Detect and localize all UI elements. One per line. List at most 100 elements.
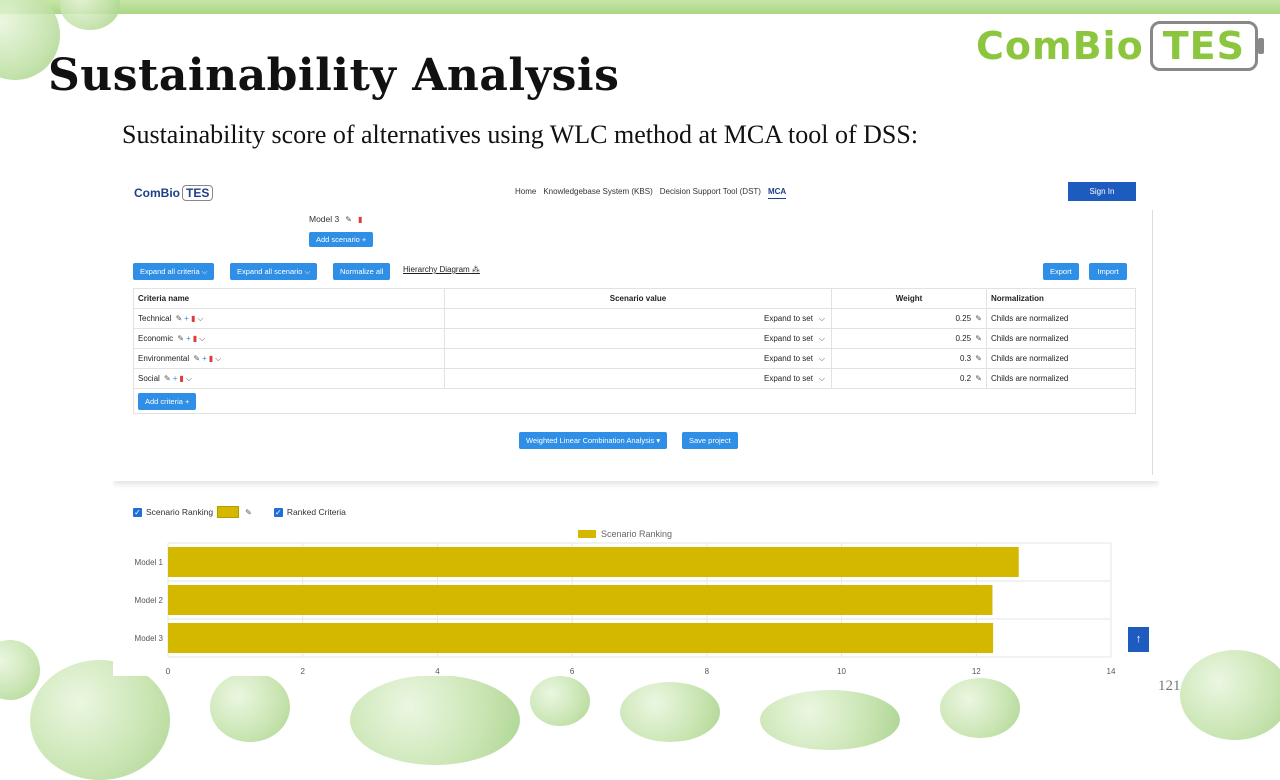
weight-value: 0.25 xyxy=(955,314,972,323)
y-tick-label: Model 2 xyxy=(135,596,164,605)
hierarchy-diagram-link[interactable]: Hierarchy Diagram ⁂ xyxy=(403,265,480,274)
edit-icon[interactable]: ✎ xyxy=(975,354,982,363)
delete-icon[interactable]: ▮ xyxy=(358,215,362,224)
save-project-button[interactable]: Save project xyxy=(682,432,738,449)
edit-icon[interactable]: ✎ xyxy=(177,334,184,343)
normalization-cell: Childs are normalized xyxy=(986,308,1136,329)
delete-icon[interactable]: ▮ xyxy=(193,334,197,343)
table-row: Environmental ✎ + ▮ ⌵ Expand to set ⌵ 0.3 ✎ … xyxy=(133,348,1136,369)
edit-icon[interactable]: ✎ xyxy=(975,314,982,323)
expand-to-set: Expand to set xyxy=(764,353,813,363)
scenario-label: Model 3 xyxy=(309,214,340,224)
export-button[interactable]: Export xyxy=(1043,263,1079,280)
normalize-all-button[interactable]: Normalize all xyxy=(333,263,391,280)
add-scenario-button[interactable]: Add scenario + xyxy=(309,232,374,247)
scenario-model-3: Model 3 ✎ ▮ xyxy=(309,214,362,224)
ranked-criteria-checkbox[interactable]: ✓ xyxy=(273,507,283,517)
chevron-down-icon[interactable]: ⌵ xyxy=(197,314,203,324)
bar xyxy=(168,623,994,653)
decor-bubble xyxy=(620,682,720,742)
nav-dst[interactable]: Decision Support Tool (DST) xyxy=(660,187,761,199)
criteria-cell: Technical ✎ + ▮ ⌵ xyxy=(133,308,445,329)
bar xyxy=(168,547,1019,577)
scroll-to-top-button[interactable]: ↑ xyxy=(1128,627,1149,652)
col-scenario-value: Scenario value xyxy=(444,288,832,309)
chart-options: ✓ Scenario Ranking ✎ ✓ Ranked Criteria xyxy=(133,506,346,518)
scenario-cell[interactable]: Expand to set ⌵ xyxy=(444,368,832,389)
scenario-cell[interactable]: Expand to set ⌵ xyxy=(444,308,832,329)
app-logo[interactable]: ComBio TES xyxy=(134,185,214,201)
nav-kbs[interactable]: Knowledgebase System (KBS) xyxy=(543,187,652,199)
scenario-ranking-checkbox[interactable]: ✓ xyxy=(133,507,142,517)
delete-icon[interactable]: ▮ xyxy=(179,374,183,383)
x-tick-label: 12 xyxy=(972,667,981,676)
col-normalization: Normalization xyxy=(986,288,1136,309)
decor-bubble xyxy=(1180,650,1280,740)
edit-icon[interactable]: ✎ xyxy=(164,374,171,383)
nav-home[interactable]: Home xyxy=(515,187,536,199)
slide-title: Sustainability Analysis xyxy=(48,50,620,101)
add-criteria-cell: Add criteria + xyxy=(133,388,1136,414)
color-swatch[interactable] xyxy=(217,506,240,518)
criteria-table: Criteria name Scenario value Weight Norm… xyxy=(133,288,1136,414)
add-criteria-row: Add criteria + xyxy=(133,388,1136,414)
edit-icon[interactable]: ✎ xyxy=(345,215,352,224)
expand-all-scenario-button[interactable]: Expand all scenario ⌵ xyxy=(230,263,318,280)
scenario-cell[interactable]: Expand to set ⌵ xyxy=(444,328,832,349)
slide-subtitle: Sustainability score of alternatives usi… xyxy=(122,120,919,149)
weight-value: 0.25 xyxy=(955,334,972,343)
import-button[interactable]: Import xyxy=(1089,263,1127,280)
x-tick-label: 14 xyxy=(1107,667,1116,676)
delete-icon[interactable]: ▮ xyxy=(209,354,213,363)
page-number: 121 xyxy=(1158,678,1181,694)
add-icon[interactable]: + xyxy=(186,334,191,343)
decor-bubble xyxy=(210,672,290,742)
chevron-down-icon: ⌵ xyxy=(818,353,825,363)
criteria-cell: Economic ✎ + ▮ ⌵ xyxy=(133,328,445,349)
edit-icon[interactable]: ✎ xyxy=(975,374,982,383)
add-icon[interactable]: + xyxy=(184,314,189,323)
chevron-down-icon: ⌵ xyxy=(818,333,825,343)
weight-cell: 0.3 ✎ xyxy=(831,348,987,369)
decor-bubble xyxy=(530,676,590,726)
app-screenshot: ComBio TES Home Knowledgebase System (KBS… xyxy=(113,176,1159,676)
legend-label: Scenario Ranking xyxy=(601,529,672,539)
wlc-analysis-dropdown[interactable]: Weighted Linear Combination Analysis ▾ xyxy=(519,432,668,449)
sign-in-button[interactable]: Sign In xyxy=(1068,182,1136,201)
chevron-down-icon[interactable]: ⌵ xyxy=(186,374,192,384)
edit-icon[interactable]: ✎ xyxy=(975,334,982,343)
criteria-name: Economic xyxy=(138,333,174,343)
chevron-down-icon[interactable]: ⌵ xyxy=(215,354,221,364)
criteria-name: Social xyxy=(138,373,160,383)
expand-to-set: Expand to set xyxy=(764,373,813,383)
add-criteria-button[interactable]: Add criteria + xyxy=(138,392,197,410)
x-tick-label: 0 xyxy=(166,667,171,676)
edit-icon[interactable]: ✎ xyxy=(245,508,252,517)
criteria-cell: Social ✎ + ▮ ⌵ xyxy=(133,368,445,389)
decor-bubble xyxy=(760,690,900,750)
nav-mca[interactable]: MCA xyxy=(767,187,787,199)
chevron-down-icon[interactable]: ⌵ xyxy=(199,334,205,344)
scenario-cell[interactable]: Expand to set ⌵ xyxy=(444,348,832,369)
decor-bubble xyxy=(30,660,170,780)
edit-icon[interactable]: ✎ xyxy=(176,314,183,323)
add-icon[interactable]: + xyxy=(202,354,207,363)
x-tick-label: 4 xyxy=(435,667,440,676)
app-logo-left: ComBio xyxy=(134,186,180,200)
expand-to-set: Expand to set xyxy=(764,333,813,343)
edit-icon[interactable]: ✎ xyxy=(193,354,200,363)
decor-bubble xyxy=(0,640,40,700)
expand-all-criteria-button[interactable]: Expand all criteria ⌵ xyxy=(133,263,215,280)
hierarchy-icon: ⁂ xyxy=(471,265,480,274)
scrollbar[interactable] xyxy=(1152,210,1153,475)
criteria-cell: Environmental ✎ + ▮ ⌵ xyxy=(133,348,445,369)
x-tick-label: 10 xyxy=(837,667,846,676)
app-logo-right: TES xyxy=(182,185,214,201)
brand-logo: ComBio TES xyxy=(976,21,1265,71)
add-icon[interactable]: + xyxy=(173,374,178,383)
brand-logo-right: TES xyxy=(1149,21,1265,71)
y-tick-label: Model 3 xyxy=(135,634,164,643)
weight-cell: 0.2 ✎ xyxy=(831,368,987,389)
delete-icon[interactable]: ▮ xyxy=(191,314,195,323)
x-tick-label: 8 xyxy=(705,667,710,676)
